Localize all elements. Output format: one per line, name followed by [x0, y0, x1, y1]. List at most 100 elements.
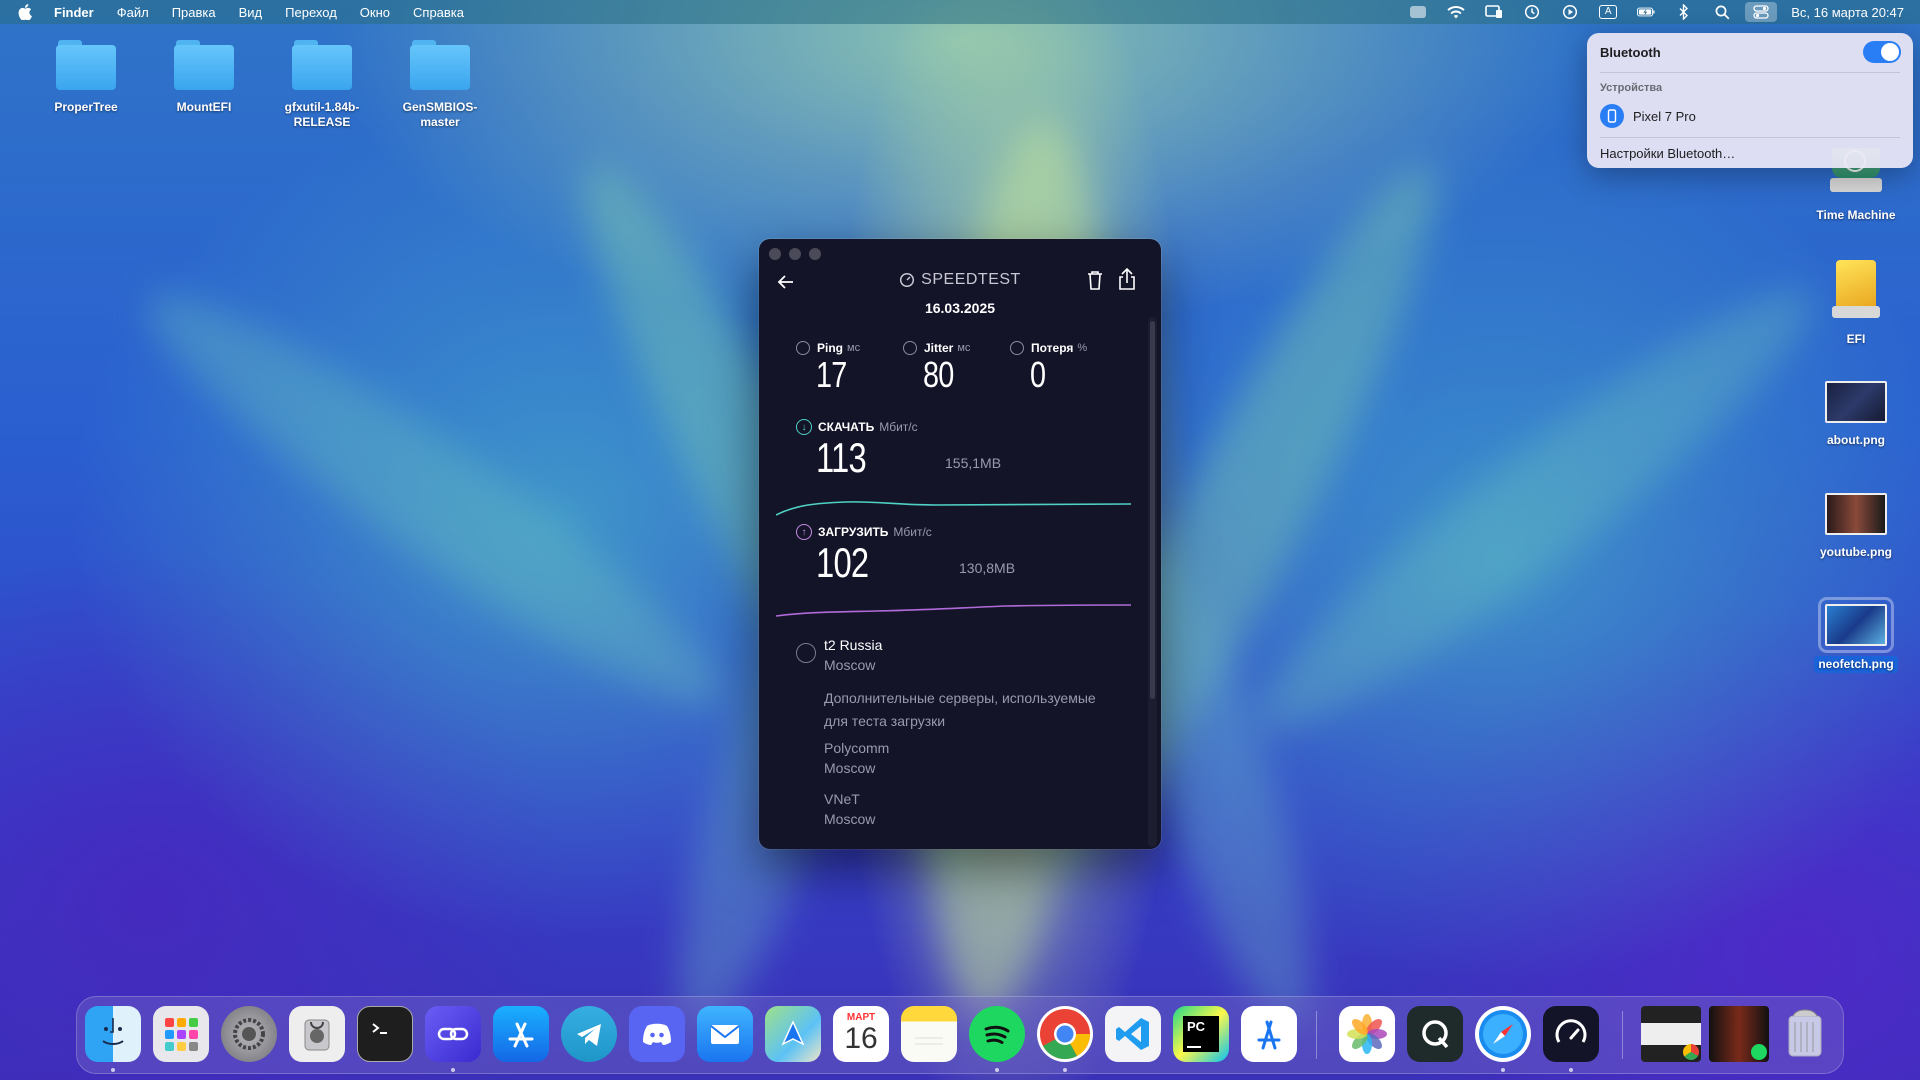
- bluetooth-settings-link[interactable]: Настройки Bluetooth…: [1600, 146, 1735, 161]
- note-line-2: для теста загрузки: [824, 713, 946, 729]
- speedtest-title-text: SPEEDTEST: [921, 271, 1021, 288]
- note-line-1: Дополнительные серверы, используемые: [824, 690, 1096, 706]
- zoom-window-button[interactable]: [809, 248, 821, 260]
- download-value: 113: [816, 434, 867, 481]
- share-icon[interactable]: [1117, 267, 1139, 293]
- dock: МАРТ 16 PC: [76, 996, 1844, 1074]
- folder-label: gfxutil-1.84b-RELEASE: [284, 100, 360, 129]
- ping-icon: [796, 341, 810, 355]
- safari-icon[interactable]: [1475, 1006, 1531, 1062]
- pycharm-icon[interactable]: PC: [1173, 1006, 1229, 1062]
- wifi-icon[interactable]: [1447, 5, 1465, 19]
- desktop-item-label: about.png: [1827, 433, 1885, 447]
- dock-separator: [1622, 1011, 1623, 1059]
- desktop-folder[interactable]: GenSMBIOS-master: [385, 40, 495, 130]
- desktop-folder[interactable]: gfxutil-1.84b-RELEASE: [267, 40, 377, 130]
- q-icon[interactable]: [1407, 1006, 1463, 1062]
- spotlight-search-icon[interactable]: [1713, 5, 1731, 19]
- input-source-icon[interactable]: A: [1599, 5, 1618, 19]
- folder-label: GenSMBIOS-master: [402, 100, 478, 129]
- launchpad-icon[interactable]: [153, 1006, 209, 1062]
- now-playing-icon[interactable]: [1561, 4, 1579, 20]
- trash-icon[interactable]: [1085, 269, 1107, 293]
- finder-icon[interactable]: [85, 1006, 141, 1062]
- scrollbar-thumb[interactable]: [1150, 321, 1155, 699]
- menubar-clock[interactable]: Вс, 16 марта 20:47: [1791, 5, 1904, 20]
- window-controls: [769, 248, 829, 260]
- bluetooth-toggle[interactable]: [1863, 41, 1901, 63]
- menu-window[interactable]: Окно: [360, 5, 390, 20]
- notes-icon[interactable]: [901, 1006, 957, 1062]
- menu-bar: Finder Файл Правка Вид Переход Окно Спра…: [0, 0, 1920, 24]
- telegram-icon[interactable]: [561, 1006, 617, 1062]
- time-machine-icon[interactable]: [1523, 4, 1541, 20]
- running-indicator: [111, 1068, 115, 1072]
- trash-icon[interactable]: [1777, 1006, 1833, 1062]
- running-indicator: [451, 1068, 455, 1072]
- chrome-icon[interactable]: [1037, 1006, 1093, 1062]
- desktop-folder[interactable]: ProperTree: [31, 40, 141, 115]
- screen-mirroring-icon[interactable]: [1485, 5, 1503, 19]
- bluetooth-icon[interactable]: [1675, 4, 1693, 20]
- xcode-instruments-icon[interactable]: [1241, 1006, 1297, 1062]
- control-center-icon[interactable]: [1745, 2, 1778, 22]
- link-icon[interactable]: [425, 1006, 481, 1062]
- menu-go[interactable]: Переход: [285, 5, 337, 20]
- spotify-icon[interactable]: [969, 1006, 1025, 1062]
- divider: [1600, 137, 1900, 138]
- speedtest-icon[interactable]: [1543, 1006, 1599, 1062]
- alt-server: Polycomm Moscow: [824, 738, 889, 778]
- image-thumbnail-icon: [1825, 493, 1887, 535]
- packet-loss-metric: Потеря% 0: [1010, 341, 1087, 395]
- apple-menu-icon[interactable]: [18, 4, 40, 20]
- ping-unit: мс: [847, 342, 861, 354]
- close-window-button[interactable]: [769, 248, 781, 260]
- menu-app-finder[interactable]: Finder: [54, 5, 94, 20]
- mail-icon[interactable]: [697, 1006, 753, 1062]
- calendar-icon[interactable]: МАРТ 16: [833, 1006, 889, 1062]
- upload-value: 102: [816, 539, 869, 586]
- app-store-icon[interactable]: [493, 1006, 549, 1062]
- upload-label: ЗАГРУЗИТЬ: [818, 525, 889, 539]
- upload-arrow-icon: ↑: [796, 524, 812, 540]
- desktop-item-about-png[interactable]: about.png: [1801, 381, 1911, 448]
- server-name: t2 Russia: [824, 637, 883, 653]
- folder-label: ProperTree: [54, 100, 118, 114]
- bluetooth-device-item[interactable]: Pixel 7 Pro: [1600, 103, 1696, 129]
- desktop-item-efi[interactable]: EFI: [1801, 260, 1911, 347]
- additional-servers-note: Дополнительные серверы, используемые для…: [824, 687, 1128, 733]
- minimize-window-button[interactable]: [789, 248, 801, 260]
- minimized-spotify-window[interactable]: [1709, 1006, 1769, 1062]
- running-indicator: [1569, 1068, 1573, 1072]
- folder-icon: [410, 40, 470, 90]
- minimized-chrome-window[interactable]: [1641, 1006, 1701, 1062]
- download-size: 155,1MB: [945, 455, 1002, 471]
- menu-edit[interactable]: Правка: [172, 5, 216, 20]
- speedtest-window: SPEEDTEST 16.03.2025 Ping мс 17 Jitter мс …: [759, 239, 1161, 849]
- system-settings-icon[interactable]: [221, 1006, 277, 1062]
- running-indicator: [995, 1068, 999, 1072]
- upload-unit: Мбит/с: [893, 525, 932, 539]
- desktop-item-label: neofetch.png: [1814, 656, 1898, 673]
- bluetooth-device-name: Pixel 7 Pro: [1633, 108, 1696, 124]
- menubar-extra-icon[interactable]: [1409, 5, 1427, 19]
- menu-view[interactable]: Вид: [239, 5, 263, 20]
- desktop-folder[interactable]: MountEFI: [149, 40, 259, 115]
- bluetooth-title: Bluetooth: [1600, 45, 1661, 60]
- desktop-item-youtube-png[interactable]: youtube.png: [1801, 493, 1911, 560]
- battery-icon[interactable]: [1637, 5, 1655, 19]
- vscode-icon[interactable]: [1105, 1006, 1161, 1062]
- divider: [1600, 72, 1900, 73]
- discord-icon[interactable]: [629, 1006, 685, 1062]
- menu-help[interactable]: Справка: [413, 5, 464, 20]
- alt-server-city: Moscow: [824, 760, 876, 776]
- download-result: ↓ СКАЧАТЬ Мбит/с 113 155,1MB: [796, 419, 1126, 481]
- terminal-icon[interactable]: [357, 1006, 413, 1062]
- disk-utility-icon[interactable]: [289, 1006, 345, 1062]
- maps-icon[interactable]: [765, 1006, 821, 1062]
- desktop-item-neofetch-png[interactable]: neofetch.png: [1801, 597, 1911, 673]
- photos-icon[interactable]: [1339, 1006, 1395, 1062]
- menu-file[interactable]: Файл: [117, 5, 149, 20]
- packet-loss-label: Потеря: [1031, 341, 1074, 355]
- upload-size: 130,8MB: [959, 560, 1016, 576]
